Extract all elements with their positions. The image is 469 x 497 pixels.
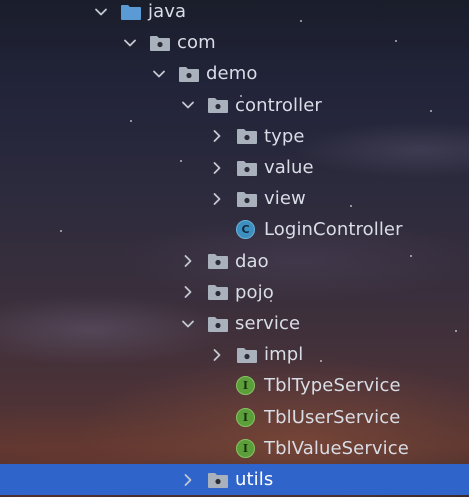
tree-row-label: service: [235, 313, 301, 334]
project-tree[interactable]: java com demo controller type value view C Login…: [0, 0, 469, 497]
tree-row-label: dao: [235, 250, 269, 272]
package-icon: [236, 121, 264, 152]
chevron-right-icon[interactable]: [210, 152, 236, 183]
interface-icon-letter: I: [236, 407, 255, 427]
chevron-right-icon[interactable]: [181, 464, 207, 495]
tree-row-pojo[interactable]: pojo: [0, 277, 469, 308]
tree-row-label: view: [264, 188, 306, 210]
class-icon-letter: C: [236, 220, 255, 240]
tree-row-tblvalueservice[interactable]: I TblValueService: [0, 433, 469, 464]
tree-row-com[interactable]: com: [0, 27, 469, 58]
chevron-down-icon[interactable]: [123, 27, 149, 58]
tree-row-label: TblUserService: [264, 406, 401, 428]
chevron-down-icon[interactable]: [152, 58, 178, 89]
package-icon: [236, 183, 264, 214]
tree-row-label: controller: [235, 94, 322, 116]
tree-row-tbluserservice[interactable]: I TblUserService: [0, 402, 469, 433]
tree-row-dao[interactable]: dao: [0, 246, 469, 277]
tree-row-label: type: [264, 125, 305, 147]
package-icon: [207, 308, 235, 339]
tree-row-utils[interactable]: utils: [0, 464, 469, 495]
class-icon: C: [236, 214, 264, 245]
package-icon: [236, 339, 264, 370]
tree-row-label: LoginController: [264, 219, 403, 241]
tree-row-value[interactable]: value: [0, 152, 469, 183]
tree-row-label: com: [177, 32, 216, 54]
tree-row-logincontroller[interactable]: C LoginController: [0, 214, 469, 245]
interface-icon: I: [236, 433, 264, 464]
chevron-right-icon[interactable]: [210, 183, 236, 214]
chevron-down-icon[interactable]: [181, 90, 207, 121]
interface-icon-letter: I: [236, 438, 255, 458]
tree-row-label: TblTypeService: [264, 375, 401, 397]
tree-row-label: utils: [235, 469, 274, 490]
tree-row-type[interactable]: type: [0, 121, 469, 152]
tree-row-demo[interactable]: demo: [0, 58, 469, 89]
chevron-down-icon[interactable]: [94, 0, 120, 27]
package-icon: [207, 464, 235, 495]
chevron-right-icon[interactable]: [210, 339, 236, 370]
tree-row-label: value: [264, 157, 314, 178]
tree-row-controller[interactable]: controller: [0, 90, 469, 121]
tree-row-impl[interactable]: impl: [0, 339, 469, 370]
chevron-right-icon[interactable]: [181, 277, 207, 308]
package-icon: [149, 27, 177, 58]
package-icon: [178, 58, 206, 89]
chevron-right-icon[interactable]: [210, 121, 236, 152]
tree-row-java[interactable]: java: [0, 0, 469, 27]
tree-row-label: TblValueService: [264, 437, 409, 459]
tree-row-label: pojo: [235, 281, 274, 303]
tree-row-label: java: [148, 1, 187, 22]
chevron-down-icon[interactable]: [181, 308, 207, 339]
package-icon: [207, 246, 235, 277]
tree-row-service[interactable]: service: [0, 308, 469, 339]
interface-icon: I: [236, 402, 264, 433]
interface-icon-letter: I: [236, 376, 255, 396]
source-folder-icon: [120, 0, 148, 27]
package-icon: [207, 90, 235, 121]
package-icon: [236, 152, 264, 183]
chevron-right-icon[interactable]: [181, 246, 207, 277]
tree-row-tbltypeservice[interactable]: I TblTypeService: [0, 370, 469, 401]
package-icon: [207, 277, 235, 308]
tree-row-label: demo: [206, 63, 258, 85]
tree-row-label: impl: [264, 344, 304, 366]
tree-row-view[interactable]: view: [0, 183, 469, 214]
interface-icon: I: [236, 370, 264, 401]
